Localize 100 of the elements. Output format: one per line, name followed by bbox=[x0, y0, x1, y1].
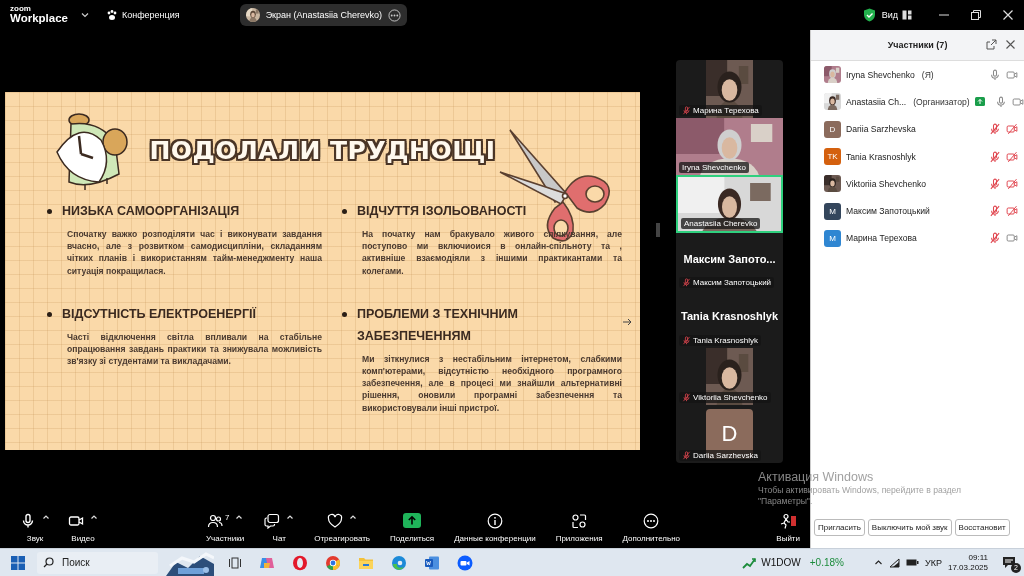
view-menu[interactable]: Вид bbox=[881, 10, 898, 20]
opera-icon[interactable] bbox=[292, 554, 308, 571]
participants-icon[interactable] bbox=[206, 512, 223, 529]
stock-ticker[interactable]: W1DOW bbox=[761, 557, 801, 568]
search-placeholder: Поиск bbox=[62, 557, 90, 568]
muted-microphone-icon[interactable] bbox=[989, 205, 1001, 218]
toolbar-button[interactable]: Дополнительно bbox=[622, 512, 681, 543]
meeting-title: Конференция bbox=[121, 10, 180, 20]
participant-row[interactable]: M Марина Терехова bbox=[811, 224, 1024, 253]
toolbar-button[interactable]: Данные конференции bbox=[454, 512, 536, 543]
participant-name: Viktoriia Shevchenko bbox=[693, 393, 768, 402]
camera-off-icon[interactable] bbox=[1006, 177, 1018, 190]
info-icon[interactable] bbox=[486, 512, 503, 529]
mute-me-button[interactable]: Выключить мой звук bbox=[867, 519, 952, 536]
notifications-icon[interactable] bbox=[1002, 554, 1016, 569]
edge-icon[interactable] bbox=[391, 554, 407, 571]
toolbar-button[interactable]: Поделиться bbox=[390, 512, 435, 543]
app-name: Workplace bbox=[10, 13, 68, 25]
participant-row[interactable]: TK Tania Krasnoshlyk bbox=[811, 142, 1024, 171]
camera-off-icon[interactable] bbox=[1006, 123, 1018, 136]
section-heading: ВІДСУТНІСТЬ ЕЛЕКТРОЕНЕРГІЇ bbox=[62, 305, 256, 323]
participant-name: Iryna Shevchenko bbox=[682, 163, 747, 172]
chevron-down-icon[interactable] bbox=[79, 10, 90, 20]
participant-row[interactable]: M Максим Запотоцький bbox=[811, 197, 1024, 225]
section-heading: НИЗЬКА САМООРГАНІЗАЦІЯ bbox=[62, 203, 240, 220]
muted-microphone-icon[interactable] bbox=[989, 123, 1001, 136]
more-options-icon[interactable] bbox=[388, 8, 402, 22]
start-icon[interactable] bbox=[11, 555, 25, 570]
participant-role: (Я) bbox=[921, 69, 934, 80]
screen-share-indicator[interactable]: Экран (Anastasiia Cherevko) bbox=[239, 4, 408, 26]
chrome-icon[interactable] bbox=[325, 554, 341, 571]
wifi-icon[interactable] bbox=[889, 557, 900, 568]
toolbar-button[interactable]: Звук bbox=[20, 512, 50, 543]
video-tile[interactable]: Iryna Shevchenko bbox=[676, 117, 783, 175]
video-app-icon[interactable] bbox=[457, 554, 473, 571]
participant-name: Anastasiia Ch... bbox=[846, 96, 907, 107]
document-app-icon[interactable] bbox=[424, 554, 440, 571]
search-field[interactable]: Поиск bbox=[37, 551, 158, 574]
participant-name: Dariia Sarzhevska bbox=[693, 450, 758, 460]
clock-date: 17.03.2025 bbox=[947, 562, 988, 573]
restore-icon[interactable] bbox=[970, 9, 982, 21]
toolbar-button[interactable]: Отреагировать bbox=[314, 512, 370, 543]
shield-check-icon bbox=[862, 8, 876, 22]
video-tile[interactable]: Максим Запото... Максим Запотоцький bbox=[676, 232, 783, 290]
clock-time: 09:11 bbox=[968, 552, 988, 563]
video-tile[interactable]: Tania Krasnoshlyk Tania Krasnoshlyk bbox=[676, 290, 783, 348]
keyboard-language[interactable]: УКР bbox=[925, 557, 942, 568]
battery-icon[interactable] bbox=[906, 558, 919, 567]
stock-change: +0.18% bbox=[809, 557, 844, 568]
participant-name: Anastasiia Cherevko bbox=[684, 218, 758, 228]
layout-icon[interactable] bbox=[902, 10, 912, 20]
chat-icon[interactable] bbox=[264, 512, 281, 529]
invite-button[interactable]: Пригласить bbox=[814, 519, 865, 536]
toolbar-button[interactable]: Выйти bbox=[776, 512, 800, 543]
chevron-up-icon[interactable] bbox=[874, 558, 883, 567]
avatar-initials: D bbox=[824, 120, 841, 138]
paw-icon bbox=[105, 9, 118, 21]
toolbar-button[interactable]: Чат bbox=[264, 512, 295, 543]
participant-name: Viktoriia Shevchenko bbox=[846, 178, 927, 189]
resize-handle-icon[interactable] bbox=[656, 222, 660, 238]
bullet-icon bbox=[342, 311, 347, 317]
camera-off-icon[interactable] bbox=[1006, 205, 1018, 218]
apps-icon[interactable] bbox=[571, 512, 588, 529]
more-icon[interactable] bbox=[643, 512, 660, 529]
task-view-icon[interactable] bbox=[228, 555, 242, 570]
camera-off-icon[interactable] bbox=[1006, 150, 1018, 163]
section-text: Ми зіткнулися з нестабільним інтернетом, слабкими комп'ютерами, відсутністю необхідного програмного забезпечення, але в процесі ми знайшли альтернативні рішення, оновили програмні забезпечення та використовували інші пристрої. bbox=[361, 352, 622, 414]
section-heading: ВІДЧУТТЯ ІЗОЛЬОВАНОСТІ bbox=[357, 203, 527, 220]
video-tile[interactable]: Anastasiia Cherevko bbox=[676, 175, 783, 233]
section-text: Спочатку важко розподіляти час і виконувати завдання вчасно, але з розвитком самодисципліни, складанням чітких планів і використанням тайм-менеджменту наша ситуація покращилася. bbox=[66, 228, 322, 277]
folder-icon[interactable] bbox=[358, 555, 374, 570]
pop-out-icon[interactable] bbox=[986, 39, 997, 50]
slide-title: ПОДОЛАЛИ ТРУДНОЩІ bbox=[148, 136, 497, 165]
leave-icon[interactable] bbox=[779, 512, 798, 529]
muted-microphone-icon[interactable] bbox=[989, 232, 1001, 245]
video-tile[interactable]: D Dariia Sarzhevska bbox=[676, 405, 783, 463]
participant-count: 7 bbox=[224, 512, 230, 522]
share-screen-icon[interactable] bbox=[403, 512, 422, 528]
muted-microphone-icon[interactable] bbox=[989, 150, 1001, 163]
participant-name: Iryna Shevchenko bbox=[846, 69, 915, 80]
app-logo-text: zoom bbox=[10, 5, 32, 14]
muted-microphone-icon[interactable] bbox=[989, 177, 1001, 190]
clock[interactable]: 09:11 17.03.2025 bbox=[947, 552, 988, 573]
next-arrow-icon[interactable] bbox=[622, 318, 632, 326]
avatar-initials: TK bbox=[824, 148, 841, 166]
heart-icon[interactable] bbox=[327, 512, 344, 529]
avatar-initials: M bbox=[824, 202, 841, 220]
participant-row[interactable]: D Dariia Sarzhevska bbox=[811, 115, 1024, 143]
participant-row[interactable]: Viktoriia Shevchenko bbox=[811, 170, 1024, 198]
avatar-initials: M bbox=[824, 229, 841, 247]
close-icon[interactable] bbox=[1005, 39, 1016, 50]
participant-name: Максим Запотоцький bbox=[693, 278, 772, 287]
participant-name: Марина Терехова bbox=[846, 233, 917, 244]
participant-name: Dariia Sarzhevska bbox=[846, 124, 916, 135]
toolbar-button[interactable]: 7 Участники bbox=[206, 512, 245, 543]
search-icon bbox=[43, 557, 54, 568]
toolbar-button[interactable]: Видео bbox=[68, 512, 98, 543]
restore-button[interactable]: Восстановит bbox=[954, 519, 1010, 536]
microphone-icon[interactable] bbox=[20, 512, 36, 529]
toolbar-button[interactable]: Приложения bbox=[555, 512, 603, 543]
